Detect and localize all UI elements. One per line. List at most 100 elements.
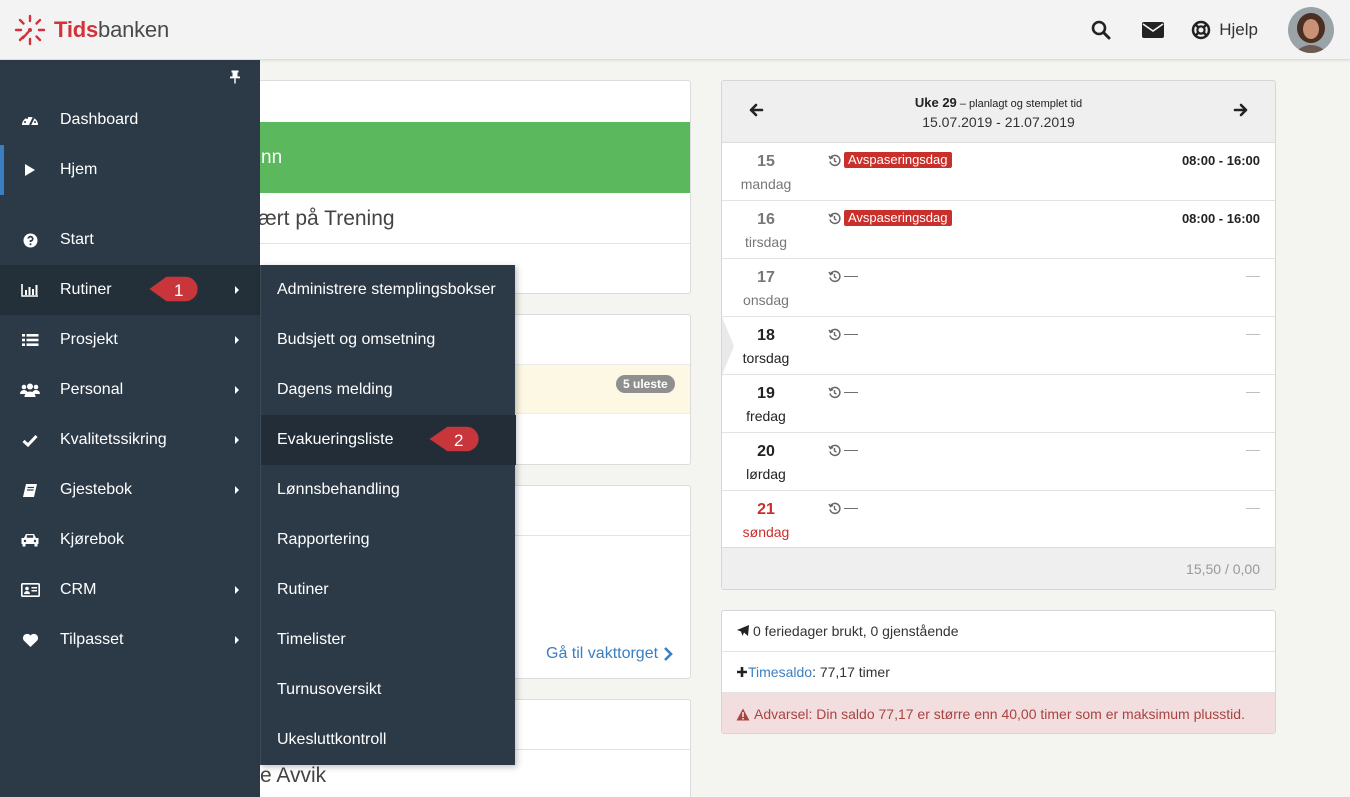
- history-icon: [828, 270, 841, 283]
- sidebar-item-label: Start: [60, 231, 94, 248]
- vacation-row: 0 feriedager brukt, 0 gjenstående: [722, 611, 1275, 652]
- day-number: 20: [757, 443, 775, 460]
- avvik-text: re Avvik: [253, 764, 327, 787]
- list-icon: [0, 333, 60, 347]
- submenu-item[interactable]: Timelister: [261, 615, 516, 665]
- help-button[interactable]: Hjelp: [1191, 20, 1258, 40]
- day-row[interactable]: 19 fredag — —: [722, 375, 1275, 433]
- planned-time-dash: —: [1246, 499, 1260, 515]
- day-number: 21: [757, 501, 775, 518]
- sidebar-item-dashboard[interactable]: Dashboard: [0, 95, 260, 145]
- chevron-right-icon: [235, 586, 239, 594]
- warning-icon: [736, 708, 750, 720]
- logo-text: Tidsbanken: [54, 17, 170, 42]
- green-banner-text: nn: [261, 147, 283, 168]
- timesaldo-link[interactable]: Timesaldo: [748, 664, 812, 680]
- submenu-item[interactable]: Rapportering: [261, 515, 516, 565]
- search-icon[interactable]: [1089, 18, 1113, 42]
- chevron-right-icon: [235, 636, 239, 644]
- day-row[interactable]: 16 tirsdag Avspaseringsdag 08:00 - 16:00: [722, 201, 1275, 259]
- info-panel: 0 feriedager brukt, 0 gjenstående Timesa…: [721, 610, 1276, 734]
- green-banner[interactable]: nn: [231, 122, 690, 193]
- sidebar-item-gjestebok[interactable]: Gjestebok: [0, 465, 260, 515]
- history-icon: [828, 386, 841, 399]
- bar-chart-icon: [0, 283, 60, 297]
- week-range: 15.07.2019 - 21.07.2019: [922, 114, 1075, 130]
- car-icon: [0, 533, 60, 547]
- day-name: onsdag: [743, 292, 789, 308]
- chevron-right-icon: [235, 286, 239, 294]
- lifebuoy-icon: [1192, 20, 1211, 40]
- sidebar-item-label: Hjem: [60, 161, 98, 178]
- history-icon: [828, 212, 841, 225]
- sidebar-item-start[interactable]: Start: [0, 215, 260, 265]
- vacation-text: 0 feriedager brukt, 0 gjenstående: [753, 623, 959, 639]
- vakttorget-link-label: Gå til vakttorget: [546, 645, 659, 662]
- vakttorget-link[interactable]: Gå til vakttorget: [546, 645, 674, 663]
- sidebar-item-label: Prosjekt: [60, 331, 118, 348]
- history-icon: [828, 502, 841, 515]
- day-row[interactable]: 20 lørdag — —: [722, 433, 1275, 491]
- sidebar-item-label: Tilpasset: [60, 631, 124, 648]
- pin-icon[interactable]: [228, 70, 242, 84]
- logo[interactable]: Tidsbanken: [14, 14, 169, 46]
- planned-time-dash: —: [1246, 383, 1260, 399]
- day-row-current[interactable]: 18 torsdag — —: [722, 317, 1275, 375]
- arrow-right-icon[interactable]: [1229, 99, 1251, 121]
- submenu-item[interactable]: Rutiner: [261, 565, 516, 615]
- day-name: torsdag: [742, 350, 790, 366]
- trening-text: ært på Trening: [258, 207, 395, 230]
- submenu-item[interactable]: Turnusoversikt: [261, 665, 516, 715]
- day-row[interactable]: 15 mandag Avspaseringsdag 08:00 - 16:00: [722, 143, 1275, 201]
- absence-badge: Avspaseringsdag: [844, 210, 952, 226]
- help-label: Hjelp: [1219, 20, 1258, 39]
- submenu-item[interactable]: Dagens melding: [261, 365, 516, 415]
- sidebar-item-personal[interactable]: Personal: [0, 365, 260, 415]
- logo-icon: [14, 14, 46, 46]
- chevron-right-icon: [664, 647, 673, 661]
- day-row[interactable]: 21 søndag — —: [722, 491, 1275, 549]
- divider: [231, 243, 690, 244]
- submenu-item[interactable]: Administrere stemplingsbokser: [261, 265, 516, 315]
- sidebar-item-label: CRM: [60, 581, 97, 598]
- submenu-item[interactable]: Ukesluttkontroll: [261, 715, 516, 765]
- avatar[interactable]: [1288, 7, 1334, 53]
- day-name: tirsdag: [744, 234, 788, 250]
- day-row[interactable]: 17 onsdag — —: [722, 259, 1275, 317]
- submenu-item[interactable]: Lønnsbehandling: [261, 465, 516, 515]
- sidebar-item-hjem[interactable]: Hjem: [0, 145, 260, 195]
- no-entry-dash: —: [844, 267, 858, 283]
- timesaldo-value: : 77,17 timer: [812, 664, 890, 680]
- current-day-marker: [722, 317, 734, 375]
- sidebar-item-rutiner[interactable]: Rutiner: [0, 265, 260, 315]
- week-footer: 15,50 / 0,00: [722, 547, 1275, 589]
- no-entry-dash: —: [844, 441, 858, 457]
- callout-1-label: 1: [174, 281, 184, 300]
- day-number: 16: [757, 211, 775, 228]
- saldo-warning: Advarsel: Din saldo 77,17 er større enn …: [722, 693, 1275, 733]
- absence-badge: Avspaseringsdag: [844, 152, 952, 168]
- sidebar-item-prosjekt[interactable]: Prosjekt: [0, 315, 260, 365]
- planned-time-dash: —: [1246, 325, 1260, 341]
- chevron-right-icon: [235, 436, 239, 444]
- week-total: 15,50 / 0,00: [1186, 561, 1260, 577]
- sidebar-item-tilpasset[interactable]: Tilpasset: [0, 615, 260, 665]
- dashboard-icon: [0, 113, 60, 127]
- submenu-item[interactable]: Budsjett og omsetning: [261, 315, 516, 365]
- sidebar-item-crm[interactable]: CRM: [0, 565, 260, 615]
- day-name: mandag: [740, 176, 792, 192]
- plane-icon: [737, 625, 749, 636]
- sidebar-item-label: Kvalitetssikring: [60, 431, 167, 448]
- no-entry-dash: —: [844, 383, 858, 399]
- sidebar-item-kvalitetssikring[interactable]: Kvalitetssikring: [0, 415, 260, 465]
- unread-badge: 5 uleste: [616, 375, 675, 393]
- timesaldo-row: Timesaldo : 77,17 timer: [722, 652, 1275, 693]
- week-title: Uke 29 – planlagt og stemplet tid: [914, 95, 1083, 110]
- chevron-right-icon: [235, 486, 239, 494]
- no-entry-dash: —: [844, 499, 858, 515]
- plus-icon: [737, 667, 747, 677]
- planned-time: 08:00 - 16:00: [1181, 211, 1260, 226]
- mail-icon[interactable]: [1141, 18, 1165, 42]
- book-icon: [0, 483, 60, 498]
- sidebar-item-kjorebok[interactable]: Kjørebok: [0, 515, 260, 565]
